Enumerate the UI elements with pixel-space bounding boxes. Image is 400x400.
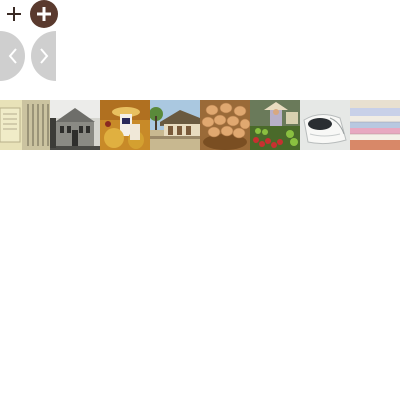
thumbnail-historic-building[interactable]: [50, 100, 100, 150]
prev-button[interactable]: [0, 31, 25, 81]
thumbnail-market-vendor[interactable]: [250, 100, 300, 150]
chevron-right-icon: [39, 48, 48, 64]
plus-icon: [7, 7, 21, 21]
thumbnail-folded-cloths[interactable]: [350, 100, 400, 150]
thumbnail-traditional-dancers[interactable]: [100, 100, 150, 150]
plus-circle-icon: [37, 7, 51, 21]
gallery-widget: [0, 0, 400, 400]
expand-plus-button[interactable]: [5, 4, 23, 24]
next-button[interactable]: [31, 31, 56, 81]
thumbnail-potatoes-basket[interactable]: [200, 100, 250, 150]
thumbnail-white-fabric[interactable]: [300, 100, 350, 150]
thumbnail-traditional-house[interactable]: [150, 100, 200, 150]
thumbnail-strip: [0, 100, 400, 150]
more-circle-button[interactable]: [30, 0, 58, 28]
thumbnail-old-document[interactable]: [0, 100, 50, 150]
chevron-left-icon: [8, 48, 17, 64]
